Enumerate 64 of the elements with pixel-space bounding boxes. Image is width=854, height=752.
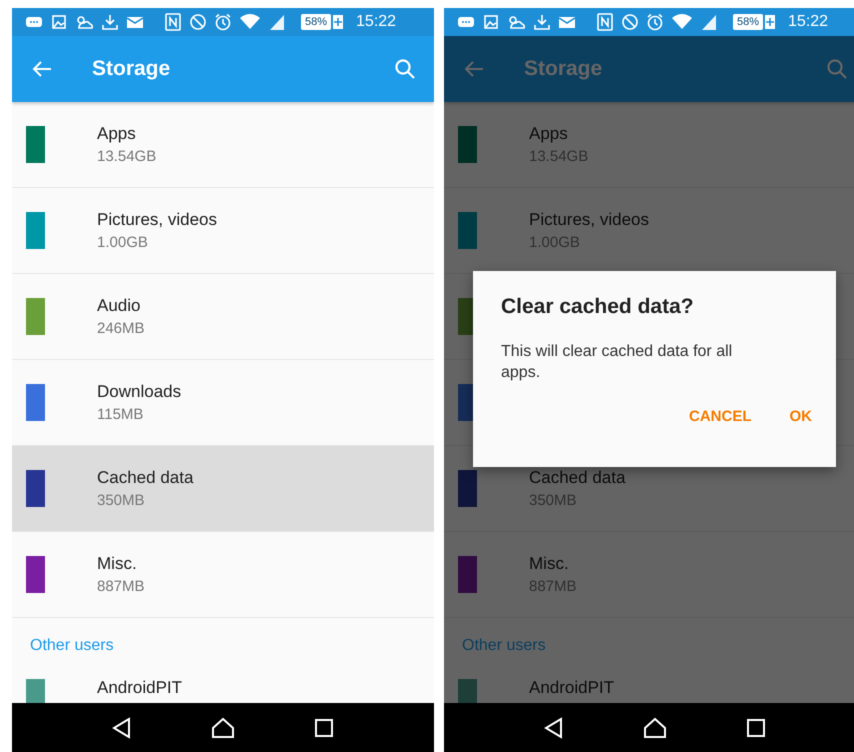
signal-icon — [268, 13, 286, 31]
storage-item[interactable]: Cached data 350MB — [12, 446, 434, 532]
storage-item[interactable]: Apps 13.54GB — [12, 102, 434, 188]
wifi-icon — [239, 13, 261, 31]
recents-icon[interactable] — [746, 718, 766, 738]
item-size: 350MB — [97, 492, 146, 509]
screen-title: Storage — [524, 57, 604, 81]
mail-icon — [558, 15, 576, 29]
charging-icon — [765, 15, 776, 29]
user-name: AndroidPIT — [529, 678, 614, 698]
item-label: Pictures, videos — [97, 210, 217, 230]
signal-icon — [700, 13, 718, 31]
item-label: Downloads — [97, 382, 182, 402]
nfc-icon — [596, 13, 614, 31]
section-header: Other users — [30, 636, 114, 655]
blocked-icon — [189, 13, 207, 31]
sun-cloud-icon — [506, 13, 526, 31]
item-label: Misc. — [97, 554, 138, 574]
item-size: 13.54GB — [97, 148, 156, 165]
alarm-clock-icon — [214, 13, 232, 31]
back-arrow-icon[interactable] — [32, 60, 52, 78]
screen-title: Storage — [92, 57, 172, 81]
storage-item[interactable]: Audio 246MB — [12, 274, 434, 360]
item-size: 1.00GB — [97, 234, 149, 251]
chat-bubble-icon — [456, 15, 476, 29]
item-label: Misc. — [529, 554, 570, 574]
wifi-icon — [671, 13, 693, 31]
user-name: AndroidPIT — [97, 678, 182, 698]
item-label: Cached data — [97, 468, 194, 488]
dialog-title: Clear cached data? — [501, 295, 695, 319]
mail-icon — [126, 15, 144, 29]
clock-time: 15:22 — [356, 13, 396, 31]
download-icon — [101, 13, 119, 31]
home-icon[interactable] — [642, 716, 667, 738]
user-item[interactable]: AndroidPIT — [12, 670, 434, 703]
clock-time: 15:22 — [788, 13, 828, 31]
charging-icon — [333, 15, 344, 29]
image-icon — [51, 14, 67, 30]
item-size: 887MB — [97, 578, 145, 595]
blocked-icon — [621, 13, 639, 31]
item-label: Audio — [97, 296, 142, 316]
nfc-icon — [164, 13, 182, 31]
storage-item[interactable]: Misc. 887MB — [12, 532, 434, 618]
item-label: Pictures, videos — [529, 210, 649, 230]
image-icon — [483, 14, 499, 30]
chat-bubble-icon — [24, 15, 44, 29]
sun-cloud-icon — [74, 13, 94, 31]
item-size: 115MB — [97, 406, 144, 423]
item-size: 246MB — [97, 320, 145, 337]
download-icon — [533, 13, 551, 31]
section-header: Other users — [462, 636, 546, 655]
home-icon[interactable] — [210, 716, 235, 738]
item-label: Apps — [97, 124, 137, 144]
back-icon[interactable] — [544, 716, 564, 738]
battery-level: 58% — [301, 14, 332, 30]
search-icon[interactable] — [394, 58, 416, 80]
back-icon[interactable] — [112, 716, 132, 738]
item-label: Apps — [529, 124, 569, 144]
storage-item[interactable]: Pictures, videos 1.00GB — [12, 188, 434, 274]
recents-icon[interactable] — [314, 718, 334, 738]
alarm-clock-icon — [646, 13, 664, 31]
item-label: Cached data — [529, 468, 626, 488]
dialog-message: This will clear cached data for all apps. — [501, 342, 734, 383]
battery-level: 58% — [733, 14, 764, 30]
